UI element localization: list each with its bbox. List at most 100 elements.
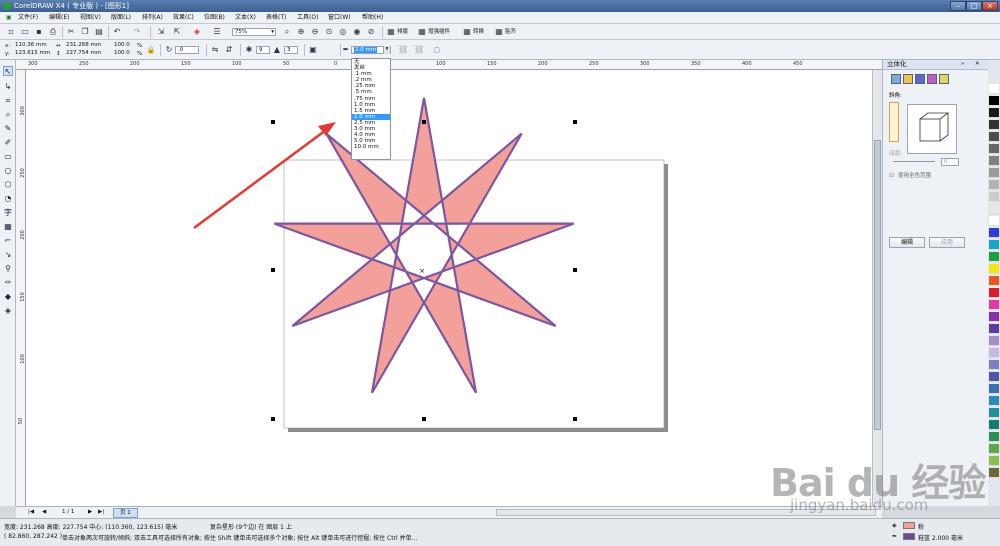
snap-icon[interactable]: ▦	[494, 27, 504, 37]
menu-text[interactable]: 文本(X)	[233, 12, 258, 24]
tab-bevel-icon[interactable]	[927, 74, 937, 84]
palette-swatch[interactable]	[989, 84, 999, 94]
first-page-icon[interactable]: |◀	[28, 508, 34, 516]
width-field[interactable]: 231.268 mm	[64, 42, 106, 50]
depth-field[interactable]: 0	[941, 158, 959, 166]
zoom-page-icon[interactable]: ◉	[352, 27, 362, 37]
palette-swatch[interactable]	[989, 360, 999, 370]
export-icon[interactable]: ⇱	[172, 27, 182, 37]
layout-label[interactable]: 排版	[397, 28, 408, 36]
interactive-fill-icon[interactable]: ◈	[3, 306, 13, 316]
convert-label[interactable]: 转换	[473, 28, 484, 36]
palette-swatch[interactable]	[989, 372, 999, 382]
palette-swatch[interactable]	[989, 444, 999, 454]
outline-width-dropdown[interactable]: 无发丝 .1 mm .2 mm .25 mm .5 mm .75 mm 1.0 mm 1.5 …	[351, 58, 391, 160]
paste-icon[interactable]: ▤	[94, 27, 104, 37]
depth-slider[interactable]	[893, 161, 935, 162]
zoom-all-icon[interactable]: ◎	[338, 27, 348, 37]
polygon-tool-icon[interactable]: ⬡	[3, 180, 13, 190]
menu-window[interactable]: 窗口(W)	[326, 12, 353, 24]
sharpness-field[interactable]: 3	[284, 46, 298, 54]
zoom-tool-icon[interactable]: ⌕	[3, 110, 13, 120]
bevel-options[interactable]	[889, 102, 899, 142]
doc-icon[interactable]: ▣	[4, 12, 14, 24]
apply-button[interactable]: 应用	[929, 237, 965, 248]
palette-swatch[interactable]	[989, 276, 999, 286]
dimension-tool-icon[interactable]: ⌐	[3, 236, 13, 246]
handle-nw[interactable]	[271, 120, 275, 124]
palette-swatch[interactable]	[989, 252, 999, 262]
palette-swatch[interactable]	[989, 240, 999, 250]
zoom-width-icon[interactable]: ⊘	[366, 27, 376, 37]
table-tool-icon[interactable]: ▦	[3, 222, 13, 232]
rotation-field[interactable]: .0	[175, 46, 199, 54]
import-icon[interactable]: ⇲	[156, 27, 166, 37]
palette-swatch[interactable]	[989, 468, 999, 478]
handle-sw[interactable]	[271, 417, 275, 421]
page-tab[interactable]: 页 1	[113, 508, 138, 518]
height-field[interactable]: 227.754 mm	[64, 50, 106, 58]
palette-swatch[interactable]	[989, 228, 999, 238]
docker-collapse-icon[interactable]: »	[961, 60, 964, 68]
handle-ne[interactable]	[573, 120, 577, 124]
menu-effects[interactable]: 效果(C)	[171, 12, 196, 24]
palette-swatch[interactable]	[989, 312, 999, 322]
palette-swatch[interactable]	[989, 264, 999, 274]
palette-swatch[interactable]	[989, 204, 999, 214]
maximize-button[interactable]: □	[966, 1, 982, 11]
menu-help[interactable]: 帮助(H)	[360, 12, 385, 24]
fill-tool-icon[interactable]: ◆	[3, 292, 13, 302]
points-field[interactable]: 9	[256, 46, 270, 54]
palette-swatch[interactable]	[989, 336, 999, 346]
plugin-icon[interactable]: ▦	[417, 27, 427, 37]
palette-swatch[interactable]	[989, 348, 999, 358]
palette-swatch[interactable]	[989, 144, 999, 154]
palette-swatch[interactable]	[989, 120, 999, 130]
zoom-out-icon[interactable]: ⊖	[310, 27, 320, 37]
palette-swatch[interactable]	[989, 300, 999, 310]
palette-swatch[interactable]	[989, 456, 999, 466]
handle-s[interactable]	[422, 417, 426, 421]
wrap-icon[interactable]: ▣	[308, 45, 318, 55]
save-icon[interactable]: ▪	[34, 27, 44, 37]
palette-swatch[interactable]	[989, 396, 999, 406]
text-tool-icon[interactable]: 字	[3, 208, 13, 218]
handle-e[interactable]	[573, 268, 577, 272]
welcome-icon[interactable]: ☰	[212, 27, 222, 37]
vertical-scrollbar[interactable]	[872, 70, 882, 506]
mirror-h-icon[interactable]: ⇋	[210, 45, 220, 55]
docker-close-icon[interactable]: ✕	[975, 60, 980, 68]
palette-swatch[interactable]	[989, 216, 999, 226]
palette-swatch[interactable]	[989, 288, 999, 298]
combine-icon[interactable]: ⛓	[414, 45, 424, 55]
x-field[interactable]: 110.36 mm	[13, 42, 53, 50]
handle-se[interactable]	[573, 417, 577, 421]
pick-tool-icon[interactable]: ↖	[3, 66, 13, 76]
menu-edit[interactable]: 编辑(E)	[47, 12, 71, 24]
tab-light-icon[interactable]	[939, 74, 949, 84]
palette-swatch[interactable]	[989, 432, 999, 442]
menu-layout[interactable]: 版面(L)	[109, 12, 133, 24]
palette-swatch[interactable]	[989, 408, 999, 418]
menu-arrange[interactable]: 排列(A)	[140, 12, 165, 24]
next-page-icon[interactable]: ▶	[88, 508, 92, 516]
rectangle-tool-icon[interactable]: ▭	[3, 152, 13, 162]
freehand-tool-icon[interactable]: ✎	[3, 124, 13, 134]
palette-swatch[interactable]	[989, 384, 999, 394]
crop-tool-icon[interactable]: ⌗	[3, 96, 13, 106]
prev-page-icon[interactable]: ◀	[42, 508, 46, 516]
palette-swatch[interactable]	[989, 168, 999, 178]
close-button[interactable]: ×	[982, 1, 998, 11]
menu-file[interactable]: 文件(F)	[16, 12, 40, 24]
edit-button[interactable]: 编辑	[889, 237, 925, 248]
scale-x-field[interactable]: 100.0	[112, 42, 134, 50]
handle-w[interactable]	[271, 268, 275, 272]
outline-option[interactable]: 10.0 mm	[352, 144, 390, 150]
palette-swatch[interactable]	[989, 324, 999, 334]
drawing-canvas[interactable]: ×	[26, 70, 872, 506]
menu-bitmaps[interactable]: 位图(B)	[202, 12, 227, 24]
convert-curves-icon[interactable]: ◌	[432, 45, 442, 55]
full-color-checkbox[interactable]: ☑	[889, 172, 894, 180]
outline-width-select[interactable]: 2.0 mm ▾	[351, 46, 391, 54]
lock-ratio-icon[interactable]: 🔒	[146, 45, 156, 55]
